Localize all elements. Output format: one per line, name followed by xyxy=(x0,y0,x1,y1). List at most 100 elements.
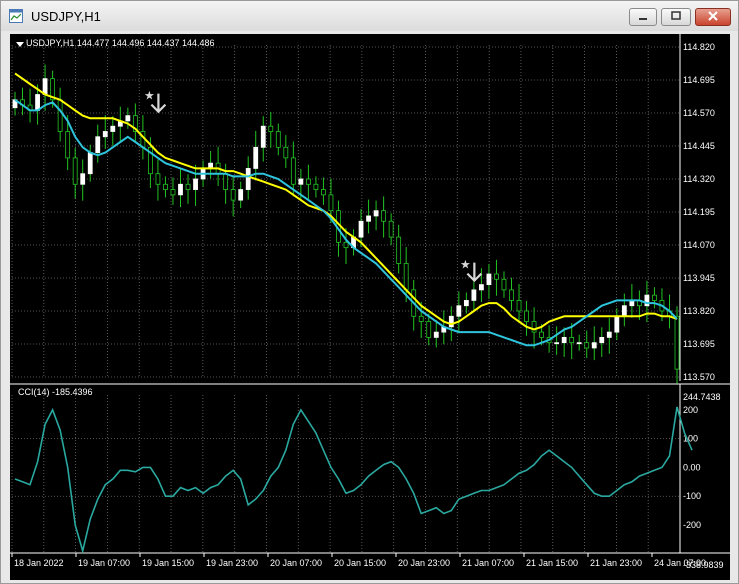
time-axis-label: 21 Jan 23:00 xyxy=(590,558,642,568)
candle-body xyxy=(57,99,63,132)
price-tick-label: 114.445 xyxy=(683,141,715,151)
candle-body xyxy=(185,183,191,190)
candle-body xyxy=(366,215,371,222)
candle-body xyxy=(554,342,560,345)
price-tick-label: 114.195 xyxy=(683,207,715,217)
moving-average-fast-line xyxy=(14,98,678,347)
candle-body xyxy=(426,321,432,338)
candle-body xyxy=(238,189,244,201)
candle-body xyxy=(479,284,484,291)
candle-body xyxy=(65,131,71,159)
close-icon xyxy=(708,11,718,21)
price-tick-label: 114.820 xyxy=(683,42,715,52)
candle-body xyxy=(283,146,289,159)
cci-tick-label: -100 xyxy=(683,491,701,501)
price-tick-label: 113.570 xyxy=(683,372,715,382)
candle-body xyxy=(606,331,612,338)
candle-body xyxy=(471,289,477,301)
chart-window-icon xyxy=(9,9,23,23)
candle-body xyxy=(388,220,394,238)
candle-body xyxy=(72,157,78,185)
cci-indicator-label: CCI(14) -185.4396 xyxy=(18,387,93,397)
price-chart-svg: 114.820 114.695 114.570 114.445 114.320 114.1… xyxy=(10,34,730,570)
candle-body xyxy=(539,331,544,338)
cci-tick-label: 0.00 xyxy=(683,462,701,472)
candle-body xyxy=(95,136,101,154)
candle-body xyxy=(80,173,86,185)
candle-body xyxy=(305,178,311,185)
candle-body xyxy=(486,273,492,285)
candle-body xyxy=(178,183,183,196)
cci-tick-label: 244.7438 xyxy=(683,392,721,402)
chart-canvas[interactable]: 114.820 114.695 114.570 114.445 114.320 114.1… xyxy=(10,34,730,580)
price-tick-label: 113.945 xyxy=(683,273,715,283)
candle-body xyxy=(163,183,168,190)
price-tick-label: 114.570 xyxy=(683,108,715,118)
candle-body xyxy=(102,131,108,138)
candle-body xyxy=(674,315,680,370)
price-tick-label: 113.695 xyxy=(683,339,715,349)
candle-body xyxy=(652,294,657,301)
candle-body xyxy=(35,94,40,111)
symbol-menu-icon[interactable] xyxy=(16,42,24,47)
time-axis-label: 19 Jan 15:00 xyxy=(142,558,194,568)
price-tick-label: 114.070 xyxy=(683,240,715,250)
time-axis-label: 18 Jan 2022 xyxy=(14,558,64,568)
maximize-button[interactable] xyxy=(661,8,691,26)
candle-body xyxy=(343,241,349,249)
time-axis-label: 20 Jan 15:00 xyxy=(334,558,386,568)
candle-body xyxy=(253,146,259,169)
minimize-button[interactable] xyxy=(629,8,657,26)
candle-body xyxy=(433,331,439,338)
symbol-info: USDJPY,H1 144.477 144.496 144.437 144.48… xyxy=(26,38,215,48)
candle-body xyxy=(313,183,319,190)
candle-body xyxy=(193,178,198,190)
cci-line xyxy=(14,406,693,555)
candle-body xyxy=(501,278,507,291)
candle-body xyxy=(591,342,597,349)
candle-body xyxy=(170,189,176,196)
title-bar[interactable]: USDJPY,H1 xyxy=(1,1,738,31)
candle-body xyxy=(403,263,409,291)
window-title: USDJPY,H1 xyxy=(31,9,101,24)
price-tick-label: 113.820 xyxy=(683,306,715,316)
candle-body xyxy=(561,336,567,344)
candle-body xyxy=(524,310,529,322)
candle-body xyxy=(230,189,236,201)
candle-body xyxy=(125,115,131,122)
candle-body xyxy=(418,315,424,322)
chart-window: USDJPY,H1 114.820 114.695 114.570 114.445 11… xyxy=(0,0,739,584)
candle-body xyxy=(260,125,266,148)
candle-body xyxy=(358,220,364,238)
candle-body xyxy=(599,336,605,344)
candle-body xyxy=(155,173,161,185)
candle-body xyxy=(576,342,582,345)
candle-body xyxy=(448,315,454,328)
candle-body xyxy=(42,78,48,95)
time-axis-label: 24 Jan 07:00 xyxy=(654,558,706,568)
candle-body xyxy=(516,300,522,312)
close-button[interactable] xyxy=(695,8,731,26)
candle-body xyxy=(569,336,575,344)
candle-body xyxy=(463,300,469,307)
candle-body xyxy=(614,315,620,333)
candle-body xyxy=(290,157,296,185)
candle-body xyxy=(321,189,326,196)
candle-body xyxy=(298,178,304,185)
signal-star-icon: ★ xyxy=(460,258,471,272)
candle-body xyxy=(494,273,499,280)
maximize-icon xyxy=(671,11,681,20)
candle-body xyxy=(245,168,251,190)
cci-tick-label: 200 xyxy=(683,405,698,415)
candle-body xyxy=(381,210,387,222)
time-axis-label: 19 Jan 07:00 xyxy=(78,558,130,568)
candle-body xyxy=(456,305,462,317)
time-axis-label: 20 Jan 07:00 xyxy=(270,558,322,568)
candle-body xyxy=(509,289,514,301)
candle-body xyxy=(275,131,281,148)
candle-body xyxy=(644,294,650,307)
time-axis-label: 21 Jan 15:00 xyxy=(526,558,578,568)
price-tick-label: 114.320 xyxy=(683,174,715,184)
candle-body xyxy=(223,173,229,190)
signal-star-icon: ★ xyxy=(144,89,155,103)
